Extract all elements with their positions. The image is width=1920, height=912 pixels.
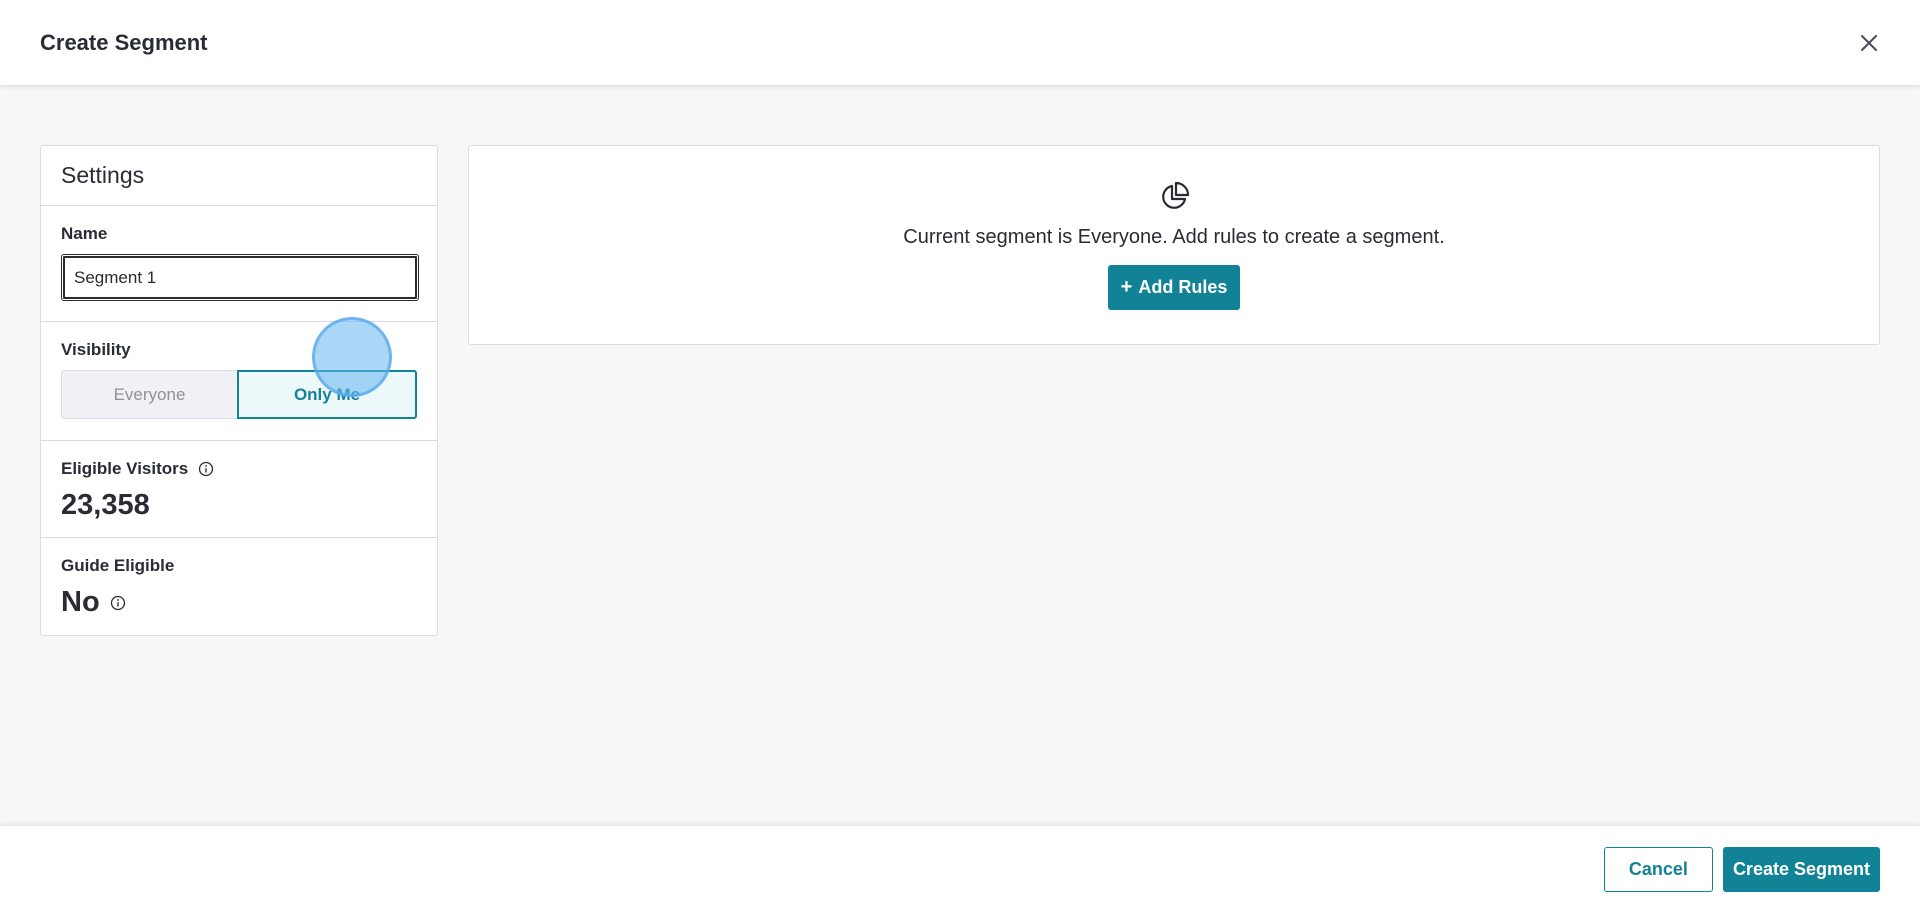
- create-segment-button[interactable]: Create Segment: [1722, 846, 1880, 892]
- guide-eligible-section: Guide Eligible No: [41, 538, 437, 636]
- visibility-only-me-button[interactable]: Only Me: [237, 370, 417, 419]
- eligible-visitors-section: Eligible Visitors 23,358: [41, 441, 437, 538]
- modal-footer: Cancel Create Segment: [0, 826, 1920, 912]
- pie-chart-icon: [1158, 181, 1190, 218]
- settings-header: Settings: [41, 146, 437, 206]
- eligible-visitors-label: Eligible Visitors: [61, 459, 417, 479]
- eligible-visitors-value: 23,358: [61, 489, 150, 521]
- page-title: Create Segment: [40, 29, 208, 55]
- name-input[interactable]: [61, 254, 419, 301]
- visibility-everyone-button[interactable]: Everyone: [61, 370, 237, 419]
- modal-header: Create Segment: [0, 0, 1920, 85]
- visibility-toggle: Everyone Only Me: [61, 370, 417, 419]
- name-label: Name: [61, 224, 108, 243]
- guide-eligible-value: No: [61, 586, 100, 618]
- settings-title: Settings: [61, 162, 145, 188]
- visibility-section: Visibility Everyone Only Me: [41, 317, 437, 441]
- name-section: Name: [41, 206, 437, 322]
- plus-icon: +: [1120, 276, 1133, 298]
- rules-message: Current segment is Everyone. Add rules t…: [903, 226, 1445, 248]
- close-button[interactable]: [1854, 28, 1884, 58]
- add-rules-button[interactable]: + Add Rules: [1107, 265, 1241, 310]
- add-rules-label: Add Rules: [1138, 277, 1228, 297]
- info-icon[interactable]: [110, 595, 126, 611]
- info-icon[interactable]: [198, 461, 214, 477]
- settings-panel: Settings Name Visibility Everyone Only M…: [40, 145, 438, 636]
- cancel-button[interactable]: Cancel: [1603, 846, 1713, 892]
- guide-eligible-row: No: [61, 586, 417, 619]
- guide-eligible-label: Guide Eligible: [61, 556, 175, 575]
- visibility-label: Visibility: [61, 340, 131, 359]
- close-icon: [1861, 34, 1877, 51]
- eligible-visitors-label-text: Eligible Visitors: [61, 459, 189, 478]
- rules-panel: Current segment is Everyone. Add rules t…: [468, 145, 1880, 345]
